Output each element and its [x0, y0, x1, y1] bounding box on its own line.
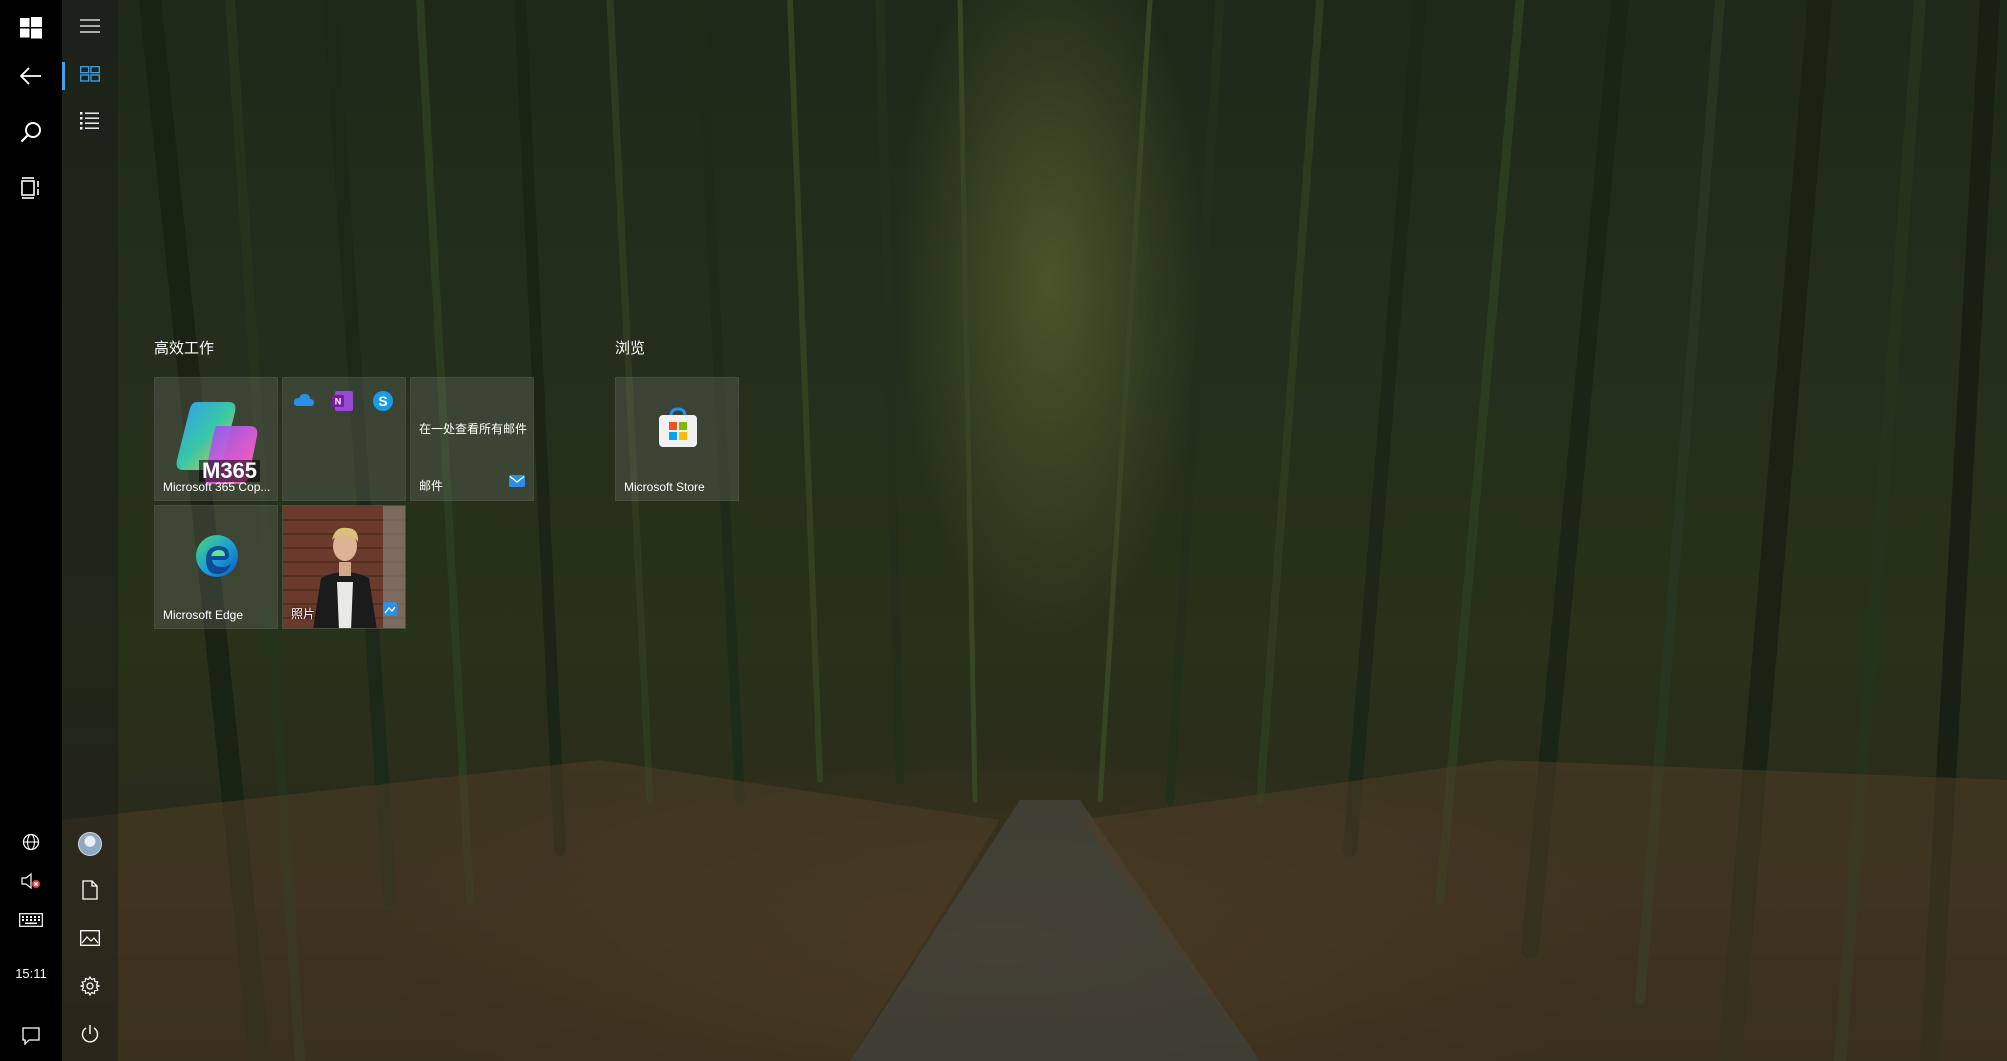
tiles-view-icon: [80, 65, 100, 87]
mail-tile-text: 在一处查看所有邮件: [419, 422, 528, 436]
gear-icon: [79, 975, 101, 1001]
tile-label: 照片: [291, 607, 316, 621]
onenote-icon[interactable]: N: [332, 390, 354, 417]
avatar: [78, 832, 102, 856]
tile-microsoft-store[interactable]: Microsoft Store: [615, 377, 739, 501]
back-button[interactable]: [0, 48, 62, 104]
pictures-button[interactable]: [62, 916, 118, 964]
keyboard-icon: [19, 913, 43, 927]
task-view-button[interactable]: [0, 160, 62, 216]
all-apps-button[interactable]: [62, 99, 118, 147]
start-rail: [62, 0, 118, 1061]
m365-badge: M365: [199, 460, 261, 482]
keyboard-button[interactable]: [0, 892, 62, 948]
power-icon: [80, 1024, 100, 1049]
notification-icon: [22, 1027, 40, 1045]
tile-label: Microsoft 365 Cop...: [163, 480, 271, 494]
power-button[interactable]: [62, 1012, 118, 1060]
active-indicator: [62, 62, 65, 90]
tile-mail[interactable]: 在一处查看所有邮件 邮件: [410, 377, 534, 501]
search-icon: [20, 121, 42, 143]
tile-microsoft-edge[interactable]: Microsoft Edge: [154, 505, 278, 629]
skype-icon[interactable]: S: [372, 390, 394, 417]
windows-logo-icon: [20, 17, 42, 39]
store-icon: [616, 378, 738, 478]
documents-button[interactable]: [62, 868, 118, 916]
volume-muted-icon: [21, 872, 41, 890]
tile-label: Microsoft Store: [624, 480, 705, 494]
document-icon: [82, 879, 98, 905]
group-title-browse[interactable]: 浏览: [615, 337, 645, 358]
photos-icon: [383, 602, 397, 621]
globe-icon: [22, 833, 40, 851]
edge-icon: [155, 506, 277, 606]
expand-menu-button[interactable]: [62, 4, 118, 52]
group-title-productivity[interactable]: 高效工作: [154, 337, 214, 358]
pictures-icon: [80, 929, 100, 951]
clock[interactable]: 15:11: [0, 966, 62, 981]
task-view-icon: [20, 177, 42, 199]
svg-text:S: S: [378, 393, 387, 409]
svg-text:N: N: [335, 397, 342, 407]
tile-apps-folder[interactable]: N S: [282, 377, 406, 501]
notification-button[interactable]: [0, 1008, 62, 1061]
tile-photos[interactable]: 照片: [282, 505, 406, 629]
mail-icon: [509, 474, 525, 492]
pinned-tiles-button[interactable]: [62, 52, 118, 100]
tile-label: 邮件: [419, 479, 444, 493]
tile-label: Microsoft Edge: [163, 608, 244, 622]
hamburger-icon: [80, 18, 100, 38]
back-arrow-icon: [20, 67, 42, 85]
settings-button[interactable]: [62, 964, 118, 1012]
onedrive-icon[interactable]: [293, 392, 315, 413]
taskbar: 15:11: [0, 0, 62, 1061]
tile-m365-copilot[interactable]: M365 Microsoft 365 Cop...: [154, 377, 278, 501]
account-button[interactable]: [62, 820, 118, 868]
list-view-icon: [80, 111, 100, 135]
search-button[interactable]: [0, 104, 62, 160]
